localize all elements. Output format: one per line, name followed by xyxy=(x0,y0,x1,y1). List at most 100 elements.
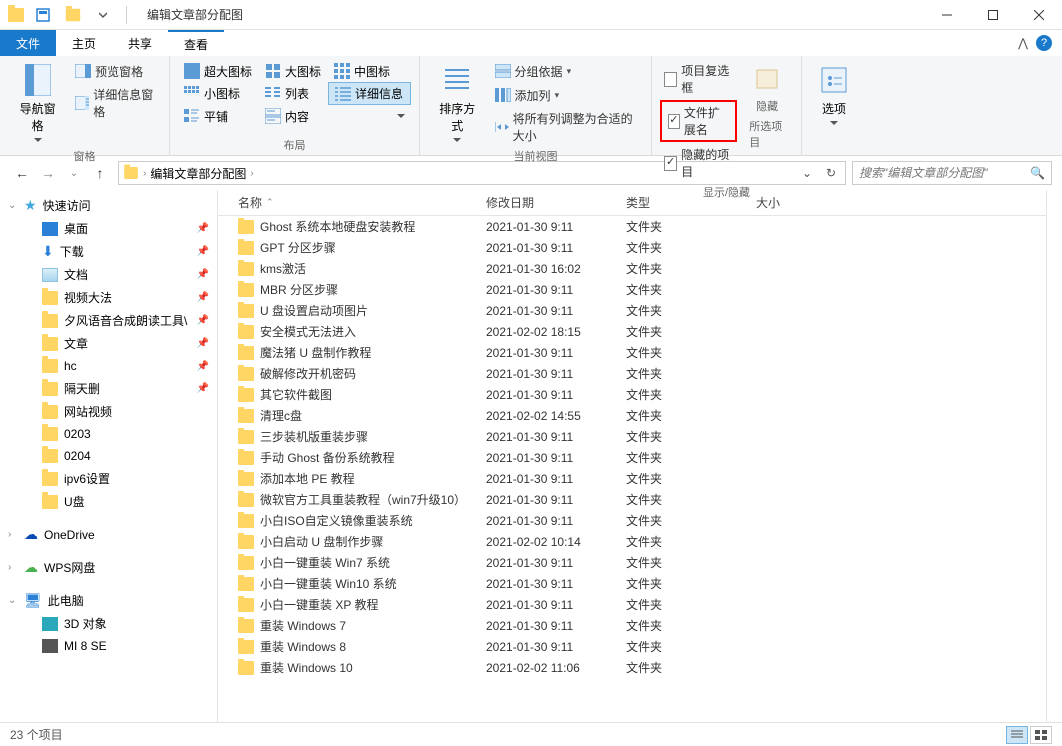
sidebar-item-mi8se[interactable]: MI 8 SE xyxy=(0,635,217,657)
minimize-button[interactable] xyxy=(924,0,970,30)
nav-up[interactable]: ↑ xyxy=(88,161,112,185)
address-dropdown[interactable]: ⌄ xyxy=(797,166,817,180)
view-s-icons[interactable]: 小图标 xyxy=(178,82,259,105)
search-input[interactable] xyxy=(859,166,1030,180)
table-row[interactable]: GPT 分区步骤2021-01-30 9:11文件夹 xyxy=(218,237,1046,258)
table-row[interactable]: 清理c盘2021-02-02 14:55文件夹 xyxy=(218,405,1046,426)
table-row[interactable]: 微软官方工具重装教程（win7升级10）2021-01-30 9:11文件夹 xyxy=(218,489,1046,510)
options-button[interactable]: 选项 xyxy=(810,60,858,129)
table-row[interactable]: 其它软件截图2021-01-30 9:11文件夹 xyxy=(218,384,1046,405)
sidebar-item-hc[interactable]: hc📌 xyxy=(0,355,217,377)
status-view-details[interactable] xyxy=(1006,726,1028,744)
table-row[interactable]: 小白一键重装 Win10 系统2021-01-30 9:11文件夹 xyxy=(218,573,1046,594)
sidebar-item-documents[interactable]: 文档📌 xyxy=(0,263,217,286)
tab-view[interactable]: 查看 xyxy=(168,30,224,56)
chevron-right-icon[interactable]: › xyxy=(8,562,11,573)
view-m-icons[interactable]: 中图标 xyxy=(328,60,411,82)
qat-new-folder[interactable] xyxy=(62,4,84,26)
hide-icon xyxy=(754,64,780,94)
table-row[interactable]: 添加本地 PE 教程2021-01-30 9:11文件夹 xyxy=(218,468,1046,489)
sidebar-quick-access[interactable]: ⌄★快速访问 xyxy=(0,194,217,217)
sidebar-item-3d[interactable]: 3D 对象 xyxy=(0,612,217,635)
table-row[interactable]: 魔法猪 U 盘制作教程2021-01-30 9:11文件夹 xyxy=(218,342,1046,363)
close-button[interactable] xyxy=(1016,0,1062,30)
col-header-size[interactable]: 大小 xyxy=(748,190,848,215)
fit-columns-button[interactable]: 将所有列调整为合适的大小 xyxy=(491,108,643,146)
view-tiles[interactable]: 平铺 xyxy=(178,105,259,127)
table-row[interactable]: 破解修改开机密码2021-01-30 9:11文件夹 xyxy=(218,363,1046,384)
col-header-type[interactable]: 类型 xyxy=(618,190,748,215)
table-row[interactable]: 重装 Windows 102021-02-02 11:06文件夹 xyxy=(218,657,1046,678)
nav-recent[interactable]: ⌄ xyxy=(62,161,86,185)
view-l-icons[interactable]: 大图标 xyxy=(259,60,328,82)
sidebar-item-video[interactable]: 视频大法📌 xyxy=(0,286,217,309)
group-by-button[interactable]: 分组依据 ▾ xyxy=(491,60,643,82)
tab-share[interactable]: 共享 xyxy=(112,30,168,56)
sidebar-onedrive[interactable]: ›☁OneDrive xyxy=(0,523,217,546)
view-list[interactable]: 列表 xyxy=(259,82,328,105)
sidebar-item-0204[interactable]: 0204 xyxy=(0,445,217,467)
view-details[interactable]: 详细信息 xyxy=(328,82,411,105)
sidebar-thispc[interactable]: ⌄🖥此电脑 xyxy=(0,589,217,612)
sidebar-item-xifeng[interactable]: 夕风语音合成朗读工具\📌 xyxy=(0,309,217,332)
sidebar-item-getianshan[interactable]: 隔天删📌 xyxy=(0,377,217,400)
search-icon[interactable]: 🔍 xyxy=(1030,166,1045,180)
sort-button[interactable]: 排序方式 xyxy=(428,60,487,146)
tab-file[interactable]: 文件 xyxy=(0,30,56,56)
col-header-name[interactable]: 名称⌃ xyxy=(218,190,478,215)
table-row[interactable]: 小白一键重装 XP 教程2021-01-30 9:11文件夹 xyxy=(218,594,1046,615)
table-row[interactable]: MBR 分区步骤2021-01-30 9:11文件夹 xyxy=(218,279,1046,300)
table-row[interactable]: 重装 Windows 82021-01-30 9:11文件夹 xyxy=(218,636,1046,657)
sidebar-wps[interactable]: ›☁WPS网盘 xyxy=(0,556,217,579)
table-row[interactable]: 小白ISO自定义镜像重装系统2021-01-30 9:11文件夹 xyxy=(218,510,1046,531)
hide-selected-button[interactable]: 隐藏 所选项目 xyxy=(741,60,793,154)
chevron-down-icon[interactable]: ⌄ xyxy=(8,200,16,211)
chevron-down-icon[interactable]: ⌄ xyxy=(8,595,16,606)
table-row[interactable]: 三步装机版重装步骤2021-01-30 9:11文件夹 xyxy=(218,426,1046,447)
sidebar-item-articles[interactable]: 文章📌 xyxy=(0,332,217,355)
view-more[interactable] xyxy=(328,105,411,127)
col-header-date[interactable]: 修改日期 xyxy=(478,190,618,215)
breadcrumb-sep[interactable]: › xyxy=(143,168,146,179)
qat-properties[interactable] xyxy=(32,4,54,26)
breadcrumb-sep[interactable]: › xyxy=(250,168,253,179)
sidebar-item-desktop[interactable]: 桌面📌 xyxy=(0,217,217,240)
status-view-icons[interactable] xyxy=(1030,726,1052,744)
nav-forward[interactable]: → xyxy=(36,161,60,185)
sort-label: 排序方式 xyxy=(436,100,479,134)
table-row[interactable]: 手动 Ghost 备份系统教程2021-01-30 9:11文件夹 xyxy=(218,447,1046,468)
sidebar-item-webvideo[interactable]: 网站视频 xyxy=(0,400,217,423)
maximize-button[interactable] xyxy=(970,0,1016,30)
table-row[interactable]: 小白一键重装 Win7 系统2021-01-30 9:11文件夹 xyxy=(218,552,1046,573)
address-refresh[interactable]: ↻ xyxy=(821,166,841,180)
table-row[interactable]: kms激活2021-01-30 16:02文件夹 xyxy=(218,258,1046,279)
qat-customize[interactable] xyxy=(92,4,114,26)
chevron-right-icon[interactable]: › xyxy=(8,529,11,540)
view-xl-icons[interactable]: 超大图标 xyxy=(178,60,259,82)
file-date: 2021-01-30 9:11 xyxy=(478,556,618,570)
table-row[interactable]: 小白启动 U 盘制作步骤2021-02-02 10:14文件夹 xyxy=(218,531,1046,552)
table-row[interactable]: U 盘设置启动项图片2021-01-30 9:11文件夹 xyxy=(218,300,1046,321)
search-box[interactable]: 🔍 xyxy=(852,161,1052,185)
details-pane-button[interactable]: 详细信息窗格 xyxy=(71,84,161,122)
table-row[interactable]: Ghost 系统本地硬盘安装教程2021-01-30 9:11文件夹 xyxy=(218,216,1046,237)
sidebar-item-upan[interactable]: U盘 xyxy=(0,490,217,513)
file-date: 2021-01-30 9:11 xyxy=(478,493,618,507)
nav-pane-button[interactable]: 导航窗格 xyxy=(8,60,67,146)
sidebar-item-0203[interactable]: 0203 xyxy=(0,423,217,445)
preview-pane-button[interactable]: 预览窗格 xyxy=(71,60,161,82)
breadcrumb-item[interactable]: 编辑文章部分配图 xyxy=(150,165,246,182)
item-checkboxes-toggle[interactable]: 项目复选框 xyxy=(660,60,737,98)
ribbon-expand-icon[interactable]: ⋀ xyxy=(1018,36,1028,50)
nav-back[interactable]: ← xyxy=(10,161,34,185)
tab-home[interactable]: 主页 xyxy=(56,30,112,56)
file-extensions-toggle[interactable]: 文件扩展名 xyxy=(664,102,733,140)
help-icon[interactable]: ? xyxy=(1036,35,1052,51)
view-content[interactable]: 内容 xyxy=(259,105,328,127)
sidebar-item-downloads[interactable]: ⬇下载📌 xyxy=(0,240,217,263)
hidden-items-toggle[interactable]: 隐藏的项目 xyxy=(660,144,737,182)
add-columns-button[interactable]: 添加列 ▾ xyxy=(491,84,643,106)
table-row[interactable]: 安全模式无法进入2021-02-02 18:15文件夹 xyxy=(218,321,1046,342)
table-row[interactable]: 重装 Windows 72021-01-30 9:11文件夹 xyxy=(218,615,1046,636)
sidebar-item-ipv6[interactable]: ipv6设置 xyxy=(0,467,217,490)
